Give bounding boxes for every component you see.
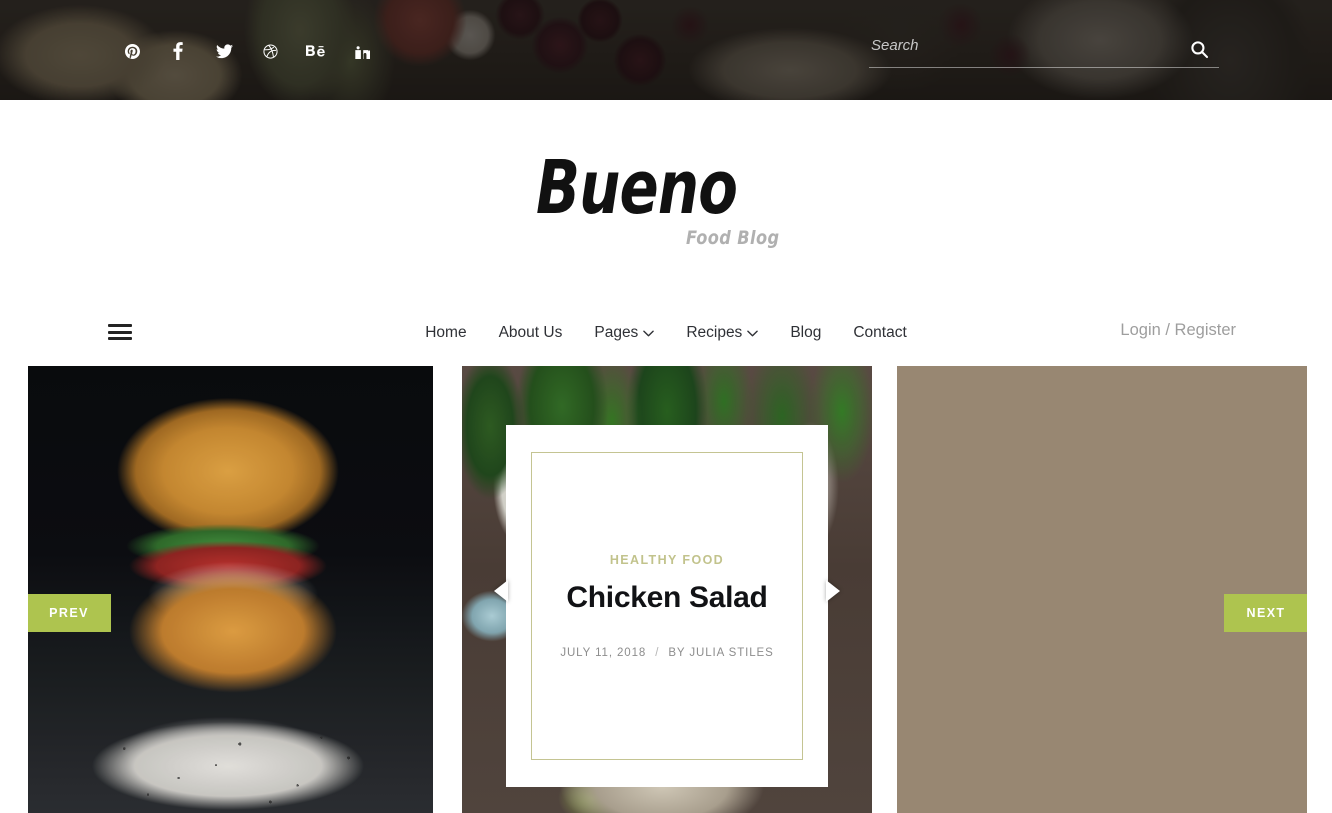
slide-greens[interactable]: HEALTHY FOOD Chicken Salad JULY 11, 2018…: [462, 366, 872, 813]
search-input[interactable]: [869, 32, 1219, 68]
logo-subtitle: Food Blog: [686, 227, 780, 249]
featured-post-card[interactable]: HEALTHY FOOD Chicken Salad JULY 11, 2018…: [506, 425, 828, 787]
post-author[interactable]: BY JULIA STILES: [668, 647, 773, 659]
slide-tacos[interactable]: NEXT: [897, 366, 1307, 813]
post-meta: JULY 11, 2018 / BY JULIA STILES: [560, 647, 773, 659]
twitter-icon: [215, 43, 233, 59]
nav-item-blog[interactable]: Blog: [774, 324, 837, 342]
featured-slider: PREV HEALTHY FOOD Chicken Salad JULY 11,…: [0, 366, 1332, 813]
social-link-behance[interactable]: [302, 38, 330, 64]
search-area: [869, 32, 1219, 76]
slide-burger[interactable]: PREV: [28, 366, 433, 813]
main-navigation: Home About Us Pages Recipes Blog Contact…: [0, 300, 1332, 366]
meta-separator: /: [655, 647, 660, 659]
post-category[interactable]: HEALTHY FOOD: [610, 553, 724, 567]
chevron-left-icon[interactable]: [494, 580, 508, 602]
behance-icon: [306, 44, 326, 58]
slider-next-button[interactable]: NEXT: [1224, 594, 1307, 632]
pinterest-icon: [124, 43, 140, 59]
post-date: JULY 11, 2018: [560, 647, 647, 659]
post-title[interactable]: Chicken Salad: [566, 581, 767, 615]
nav-label: Blog: [790, 324, 822, 341]
slider-prev-button[interactable]: PREV: [28, 594, 111, 632]
featured-post-inner-frame: HEALTHY FOOD Chicken Salad JULY 11, 2018…: [531, 452, 803, 760]
page-root: Bueno Food Blog Home About Us Pages: [0, 0, 1332, 813]
chevron-down-icon: [747, 327, 759, 339]
chevron-right-icon[interactable]: [826, 580, 840, 602]
social-link-facebook[interactable]: [164, 38, 192, 64]
linkedin-icon: [354, 44, 370, 59]
social-link-twitter[interactable]: [210, 38, 238, 64]
nav-label: Pages: [594, 324, 639, 341]
social-link-pinterest[interactable]: [118, 38, 146, 64]
site-logo[interactable]: Bueno Food Blog: [0, 100, 1332, 298]
dribbble-icon: [262, 43, 278, 59]
nav-item-recipes[interactable]: Recipes: [670, 324, 774, 342]
chevron-down-icon: [643, 327, 655, 339]
slide-tacos-image: [897, 366, 1307, 813]
facebook-icon: [173, 42, 183, 60]
nav-label: About Us: [498, 324, 563, 341]
plate-speckle-detail: [63, 721, 403, 813]
nav-item-about-us[interactable]: About Us: [483, 324, 579, 342]
nav-label: Contact: [853, 324, 907, 341]
search-button[interactable]: [1190, 40, 1209, 59]
social-link-dribbble[interactable]: [256, 38, 284, 64]
nav-label: Recipes: [686, 324, 743, 341]
social-link-linkedin[interactable]: [348, 38, 376, 64]
nav-item-home[interactable]: Home: [409, 324, 482, 342]
nav-item-pages[interactable]: Pages: [578, 324, 670, 342]
social-links: [118, 38, 394, 64]
top-bar: [0, 0, 1332, 100]
logo-inner: Bueno Food Blog: [536, 139, 796, 259]
login-register-link[interactable]: Login / Register: [1120, 321, 1236, 340]
nav-label: Home: [425, 324, 467, 341]
nav-item-contact[interactable]: Contact: [837, 324, 922, 342]
search-icon: [1190, 41, 1209, 62]
logo-title: Bueno: [536, 145, 738, 231]
